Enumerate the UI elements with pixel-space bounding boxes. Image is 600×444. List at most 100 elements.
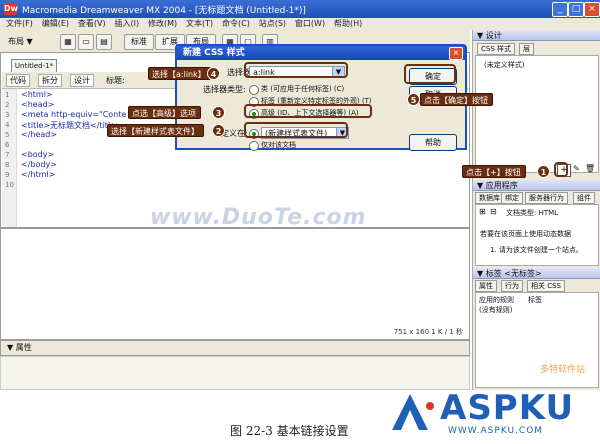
radio-class-label[interactable]: 类 (可应用于任何标签) (C) (261, 84, 344, 94)
design-canvas[interactable]: 751 x 160 1 K / 1 秒 (0, 228, 470, 340)
code-view-button[interactable]: 代码 (6, 74, 30, 87)
application-panel-header[interactable]: ▼ 应用程序 (473, 180, 600, 191)
line-number: 5 (5, 131, 10, 139)
menu-bar: 文件(F) 编辑(E) 查看(V) 插入(I) 修改(M) 文本(T) 命令(C… (0, 18, 600, 30)
aspku-logo-text: ASPKU (440, 388, 575, 428)
highlight-advanced (244, 104, 372, 118)
highlight-plus (554, 162, 568, 177)
tab-attributes[interactable]: 属性 (475, 280, 497, 292)
line-number: 1 (5, 91, 10, 99)
tab-relevant-css[interactable]: 相关 CSS (527, 280, 565, 292)
help-button[interactable]: 帮助 (409, 134, 457, 151)
tag-panel-header[interactable]: ▼ 标签 <无标签> (473, 268, 600, 279)
menu-edit[interactable]: 编辑(E) (42, 18, 69, 30)
menu-insert[interactable]: 插入(I) (114, 18, 139, 30)
layer-icon[interactable]: ▭ (78, 34, 94, 50)
app-icon: Dw (4, 3, 19, 15)
css-styles-list: (未定义样式) (475, 55, 599, 173)
menu-help[interactable]: 帮助(H) (334, 18, 362, 30)
selector-type-label: 选择器类型: (203, 85, 246, 94)
doc-type-label: 文档类型: HTML (506, 209, 559, 217)
tab-bindings[interactable]: 绑定 (501, 192, 523, 204)
menu-window[interactable]: 窗口(W) (295, 18, 325, 30)
callout-advanced: 点选【高级】选项 (128, 106, 201, 119)
design-view-button[interactable]: 设计 (70, 74, 94, 87)
tag-column-header: 标签 (528, 296, 542, 304)
tab-databases[interactable]: 数据库 (475, 192, 504, 204)
step-5-marker: 5 (407, 93, 420, 106)
menu-commands[interactable]: 命令(C) (222, 18, 250, 30)
line-number: 4 (5, 121, 10, 129)
menu-view[interactable]: 查看(V) (78, 18, 106, 30)
highlight-ok (404, 64, 456, 84)
remove-icon[interactable]: ⊟ (490, 207, 497, 216)
code-line[interactable]: <meta http-equiv="Conte (21, 110, 126, 119)
this-document-label[interactable]: 仅对该文档 (261, 140, 296, 150)
properties-panel-header[interactable]: ▼ 属性 (0, 340, 470, 356)
hint-step: 1. 请为该文件创建一个站点。 (490, 246, 583, 254)
tab-layers[interactable]: 层 (519, 43, 534, 55)
watermark: www.DuoTe.com (150, 205, 367, 230)
status-bar-size: 751 x 160 1 K / 1 秒 (393, 328, 463, 336)
close-button[interactable]: × (584, 2, 600, 17)
right-panel-group: ▼ 设计 CSS 样式 层 (未定义样式) + ✎ 🗑 ▼ 应用程序 数据库 绑… (472, 30, 600, 390)
trash-icon[interactable]: 🗑 (585, 164, 595, 173)
table-icon[interactable]: ▦ (60, 34, 76, 50)
callout-plus: 点击【+】按钮 (462, 165, 526, 178)
code-line[interactable]: </html> (21, 170, 55, 179)
aspku-logo-icon (392, 394, 434, 430)
rule-column-header: 应用的规则 (479, 296, 514, 304)
line-gutter: 1 2 3 4 5 6 7 8 9 10 (2, 89, 17, 227)
layout-dropdown[interactable]: 布局 ▼ (8, 36, 33, 47)
edit-style-icon[interactable]: ✎ (573, 164, 580, 173)
step-1-marker: 1 (537, 165, 550, 178)
menu-modify[interactable]: 修改(M) (148, 18, 177, 30)
step-4-marker: 4 (207, 67, 220, 80)
split-view-button[interactable]: 拆分 (38, 74, 62, 87)
code-line[interactable]: <body> (21, 150, 54, 159)
radio-this-document[interactable] (249, 141, 259, 151)
tab-server-behaviors[interactable]: 服务器行为 (525, 192, 568, 204)
code-line[interactable]: <head> (21, 100, 54, 109)
standard-mode-button[interactable]: 标准 (124, 34, 154, 50)
menu-file[interactable]: 文件(F) (6, 18, 33, 30)
line-number: 6 (5, 141, 10, 149)
tab-behaviors[interactable]: 行为 (501, 280, 523, 292)
document-tab[interactable]: Untitled-1* (11, 59, 57, 72)
callout-select-alink: 选择【a:link】 (148, 67, 211, 80)
tab-components[interactable]: 组件 (573, 192, 595, 204)
properties-panel-body (0, 356, 470, 390)
line-number: 9 (5, 171, 10, 179)
minimize-button[interactable]: _ (552, 2, 568, 17)
line-number: 3 (5, 111, 10, 119)
highlight-define (244, 122, 348, 138)
aspku-logo-url: WWW.ASPKU.COM (448, 426, 544, 436)
dialog-close-button[interactable]: × (449, 47, 463, 60)
callout-ok: 点击【确定】按钮 (420, 93, 493, 106)
menu-site[interactable]: 站点(S) (259, 18, 286, 30)
radio-class[interactable] (249, 85, 259, 95)
highlight-selector (244, 62, 348, 78)
tab-css-styles[interactable]: CSS 样式 (477, 43, 515, 55)
add-icon[interactable]: ⊞ (479, 207, 486, 216)
corner-watermark: 多特软件站 (540, 365, 586, 375)
code-line[interactable]: </body> (21, 160, 57, 169)
step-2-marker: 2 (212, 124, 225, 137)
title-label: 标题: (106, 76, 125, 85)
callout-new-stylesheet: 选择【新建样式表文件】 (107, 124, 204, 137)
step-3-marker: 3 (212, 106, 225, 119)
code-line[interactable]: <html> (21, 90, 53, 99)
frame-icon[interactable]: ▤ (96, 34, 112, 50)
dialog-title: 新建 CSS 样式 (177, 46, 465, 60)
figure-caption: 图 22-3 基本链接设置 (230, 424, 349, 438)
menu-text[interactable]: 文本(T) (186, 18, 213, 30)
code-line[interactable]: </head> (21, 130, 57, 139)
line-number: 2 (5, 101, 10, 109)
maximize-button[interactable]: □ (568, 2, 584, 17)
css-style-item[interactable]: (未定义样式) (484, 60, 524, 70)
design-panel-header[interactable]: ▼ 设计 (473, 30, 600, 41)
no-rules-text: (没有规则) (479, 306, 513, 314)
line-number: 8 (5, 161, 10, 169)
window-title: Macromedia Dreamweaver MX 2004 - [无标题文档 … (22, 6, 306, 16)
hint-text: 若要在该页面上使用动态数据 (480, 230, 571, 238)
